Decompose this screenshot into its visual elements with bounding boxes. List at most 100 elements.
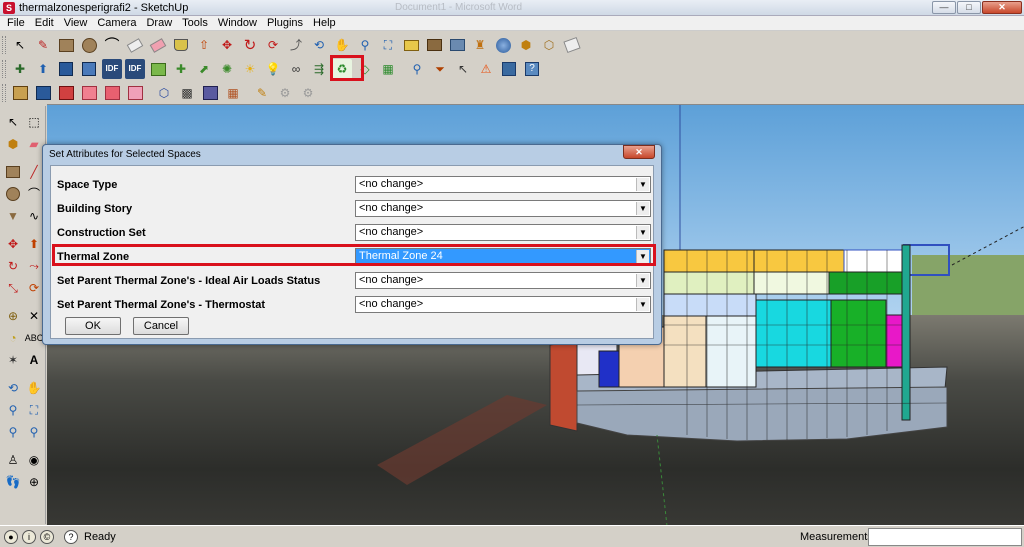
rectangle-icon[interactable] [56, 35, 76, 55]
render-blue-icon[interactable] [499, 59, 519, 79]
texture-icon[interactable] [493, 35, 513, 55]
eraser-icon[interactable] [125, 35, 145, 55]
search-icon[interactable]: ⚲ [407, 59, 427, 79]
select-arrow-icon[interactable]: ↖ [10, 35, 30, 55]
freehand-icon[interactable]: ∿ [24, 206, 44, 226]
arc-icon[interactable]: ⌒ [102, 35, 122, 55]
axes-icon[interactable]: ✶ [3, 350, 23, 370]
grid-icon[interactable]: ▦ [378, 59, 398, 79]
wire-grid-icon[interactable]: ▩ [177, 83, 197, 103]
menu-camera[interactable]: Camera [92, 17, 141, 29]
tape-measure-icon[interactable]: ⊕ [3, 306, 23, 326]
warning-icon[interactable]: ⚠ [476, 59, 496, 79]
menu-draw[interactable]: Draw [141, 17, 177, 29]
arc-icon[interactable]: ⌒ [24, 184, 44, 204]
credits-icon[interactable]: i [22, 529, 36, 544]
follow-me-icon[interactable]: ⤳ [24, 256, 44, 276]
export-icon[interactable] [447, 35, 467, 55]
pan-hand-icon[interactable]: ✋ [24, 378, 44, 398]
ideal-air-loads-select[interactable]: <no change> ▼ [355, 272, 651, 289]
styles-icon[interactable]: ⬡ [539, 35, 559, 55]
pointer-info-icon[interactable]: ↖ [453, 59, 473, 79]
idf-export-icon[interactable]: IDF [125, 59, 145, 79]
cube-pink2-icon[interactable] [102, 83, 122, 103]
make-component-icon[interactable]: ⬚ [24, 112, 44, 132]
chevron-down-icon[interactable]: ▼ [636, 226, 649, 239]
chevron-down-icon[interactable]: ▼ [636, 178, 649, 191]
3d-text-icon[interactable]: A [24, 350, 44, 370]
push-pull-icon[interactable]: ⬆ [24, 234, 44, 254]
eraser-icon[interactable]: ▰ [24, 134, 44, 154]
pencil-icon[interactable]: ✎ [33, 35, 53, 55]
menu-view[interactable]: View [59, 17, 93, 29]
edit-icon[interactable]: ✎ [252, 83, 272, 103]
inspector-icon[interactable]: ⬈ [194, 59, 214, 79]
chevron-down-icon[interactable]: ▼ [636, 298, 649, 311]
help-icon[interactable]: ? [522, 59, 542, 79]
menu-tools[interactable]: Tools [177, 17, 213, 29]
orbit-icon[interactable]: ⟲ [309, 35, 329, 55]
section-plane-icon[interactable]: ⊕ [24, 472, 44, 492]
add-shading-icon[interactable]: ✚ [171, 59, 191, 79]
position-camera-icon[interactable]: ♙ [3, 450, 23, 470]
cube-red-icon[interactable] [56, 83, 76, 103]
pan-hand-icon[interactable]: ✋ [332, 35, 352, 55]
menu-plugins[interactable]: Plugins [262, 17, 308, 29]
cube-pink-icon[interactable] [79, 83, 99, 103]
previous-view-icon[interactable]: ⚲ [3, 422, 23, 442]
menu-file[interactable]: File [2, 17, 30, 29]
circle-icon[interactable] [3, 184, 23, 204]
select-arrow-icon[interactable]: ↖ [3, 112, 23, 132]
zoom-icon[interactable]: ⚲ [355, 35, 375, 55]
minimize-button[interactable]: — [932, 1, 956, 14]
arrow-up-icon[interactable]: ⬆ [33, 59, 53, 79]
folder-open-icon[interactable] [401, 35, 421, 55]
save-icon[interactable] [56, 59, 76, 79]
light-icon[interactable]: ✺ [217, 59, 237, 79]
paint-bucket-icon[interactable]: ⬢ [3, 134, 23, 154]
geolocation-icon[interactable]: ● [4, 529, 18, 544]
shade-icon[interactable]: ∞ [286, 59, 306, 79]
dimension-icon[interactable]: ✕ [24, 306, 44, 326]
thermostat-select[interactable]: <no change> ▼ [355, 296, 651, 313]
look-around-icon[interactable]: ◉ [24, 450, 44, 470]
scale-icon[interactable]: ⤡ [3, 278, 23, 298]
offset-icon[interactable]: ⤴ [286, 35, 306, 55]
toolbar-gripper[interactable] [2, 60, 6, 78]
maximize-button[interactable]: □ [957, 1, 981, 14]
menu-edit[interactable]: Edit [30, 17, 59, 29]
filter-icon[interactable]: ⏷ [430, 59, 450, 79]
zoom-icon[interactable]: ⚲ [3, 400, 23, 420]
glasses-icon[interactable]: 💡 [263, 59, 283, 79]
measurements-input[interactable] [868, 528, 1022, 546]
save-as-icon[interactable] [79, 59, 99, 79]
move-icon[interactable]: ✥ [3, 234, 23, 254]
layers-icon[interactable] [562, 35, 582, 55]
help-icon[interactable]: ? [64, 529, 78, 544]
toolbar-gripper[interactable] [2, 84, 6, 102]
sun-icon[interactable]: ☀ [240, 59, 260, 79]
chevron-down-icon[interactable]: ▼ [636, 202, 649, 215]
tool-gray-icon[interactable]: ⚙ [275, 83, 295, 103]
components-icon[interactable]: ⬢ [516, 35, 536, 55]
next-view-icon[interactable]: ⚲ [24, 422, 44, 442]
table-icon[interactable]: ▦ [223, 83, 243, 103]
ok-button[interactable]: OK [65, 317, 121, 335]
orbit-icon[interactable]: ⟲ [3, 378, 23, 398]
construction-set-select[interactable]: <no change> ▼ [355, 224, 651, 241]
zoom-extents-icon[interactable]: ⛶ [378, 35, 398, 55]
line-icon[interactable]: ╱ [24, 162, 44, 182]
solid-cube-icon[interactable] [200, 83, 220, 103]
follow-me-icon[interactable]: ⟳ [263, 35, 283, 55]
surface-type-icon[interactable]: ⇶ [309, 59, 329, 79]
protractor-icon[interactable]: ◔ [3, 328, 23, 348]
add-surface-icon[interactable] [148, 59, 168, 79]
eraser-pink-icon[interactable] [148, 35, 168, 55]
rotate-icon[interactable]: ↻ [240, 35, 260, 55]
close-window-button[interactable]: ✕ [982, 1, 1022, 14]
move-icon[interactable]: ✥ [217, 35, 237, 55]
building-story-select[interactable]: <no change> ▼ [355, 200, 651, 217]
push-pull-icon[interactable]: ⇧ [194, 35, 214, 55]
zoom-window-icon[interactable]: ⛶ [24, 400, 44, 420]
tool-gray2-icon[interactable]: ⚙ [298, 83, 318, 103]
